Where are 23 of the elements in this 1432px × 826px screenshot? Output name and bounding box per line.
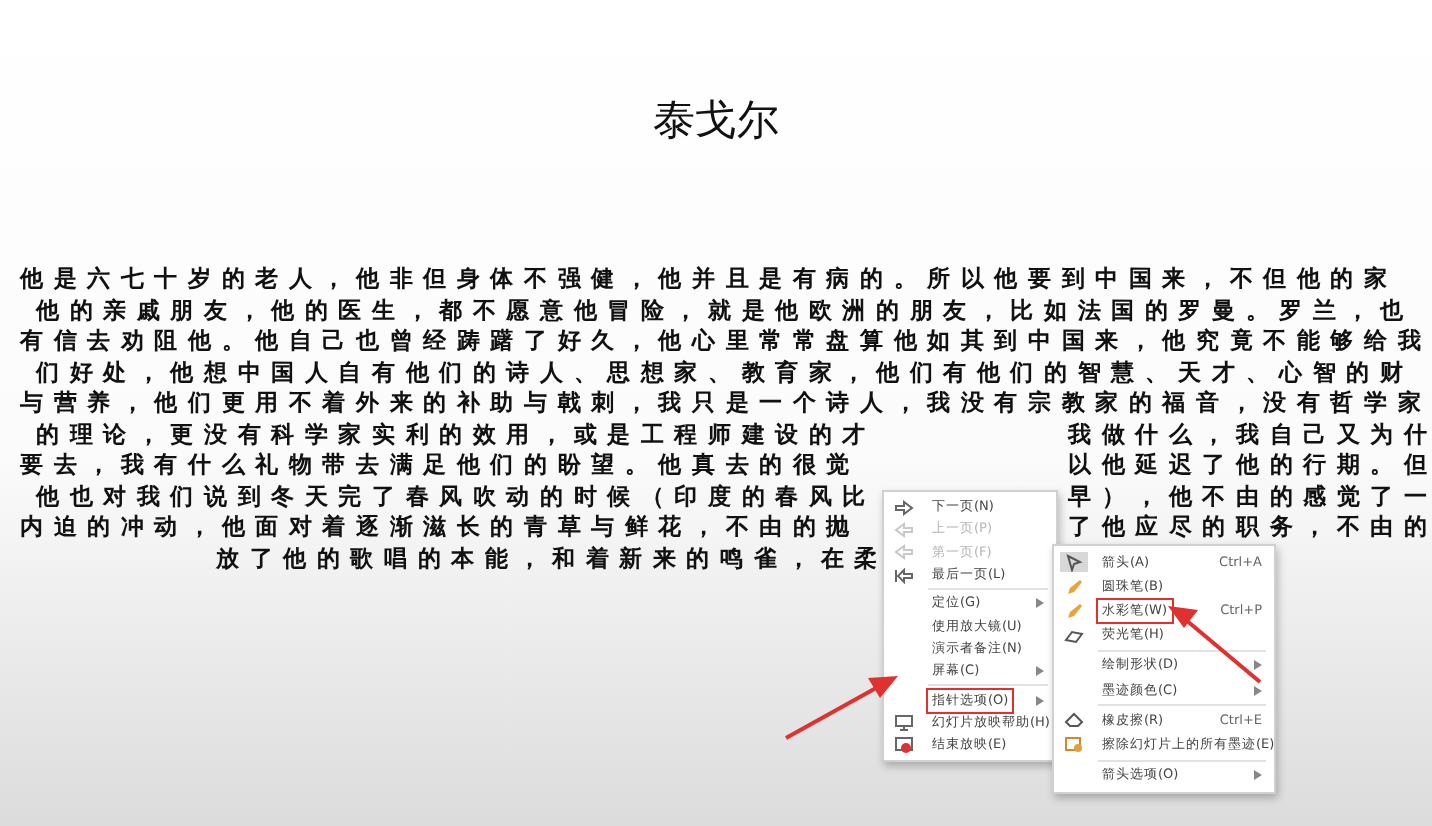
slide-eraser-icon bbox=[1064, 735, 1084, 754]
paragraph-line: 我做什么，我自己又为什 bbox=[1068, 419, 1432, 450]
eraser-icon bbox=[1064, 712, 1084, 729]
paragraph-line: 他的亲戚朋友，他的医生，都不愿意他冒险，就是他欧洲的朋友，比如法国的罗曼。罗兰，也 bbox=[36, 295, 1414, 326]
highlighter-icon bbox=[1064, 627, 1084, 644]
paragraph-line: 了他应尽的职务，不由的 bbox=[1068, 512, 1432, 543]
paragraph-line: 以他延迟了他的行期。但 bbox=[1068, 450, 1432, 481]
left-arrow-icon bbox=[894, 567, 914, 584]
paragraph-line: 有信去劝阻他。他自己也曾经踌躇了好久，他心里常常盘算他如其到中国来，他究竟不能够给我 bbox=[20, 326, 1432, 357]
screen-icon bbox=[894, 713, 914, 732]
stop-icon bbox=[894, 736, 914, 755]
paragraph-line: 要去，我有什么礼物带去满足他们的盼望。他真去的很觉 bbox=[20, 450, 860, 481]
paragraph-line: 的理论，更没有科学家实利的效用，或是工程师建设的才 bbox=[36, 419, 876, 450]
paragraph-line: 他也对我们说到冬天完了春风吹动的时候（印度的春风比 bbox=[36, 481, 876, 512]
paragraph-line: 与营养，他们更用不着外来的补助与戟刺，我只是一个诗人，我没有宗教家的福音，没有哲学家 bbox=[20, 388, 1432, 419]
cursor-icon bbox=[1065, 553, 1083, 572]
slide-title: 泰戈尔 bbox=[653, 94, 779, 148]
right-arrow-icon bbox=[894, 499, 914, 516]
paragraph-line: 他是六七十岁的老人，他非但身体不强健，他并且是有病的。所以他要到中国来，不但他的家 bbox=[20, 264, 1398, 295]
paragraph-line: 早），他不由的感觉了一 bbox=[1068, 481, 1432, 512]
paragraph-line: 放了他的歌唱的本能，和着新来的鸣雀，在柔 bbox=[216, 543, 888, 574]
paragraph-line: 内迫的冲动，他面对着逐渐滋长的青草与鲜花，不由的抛 bbox=[20, 512, 860, 543]
paragraph-line: 们好处，他想中国人自有他们的诗人、思想家、教育家，他们有他们的智慧、天才、心智的财 bbox=[36, 357, 1414, 388]
